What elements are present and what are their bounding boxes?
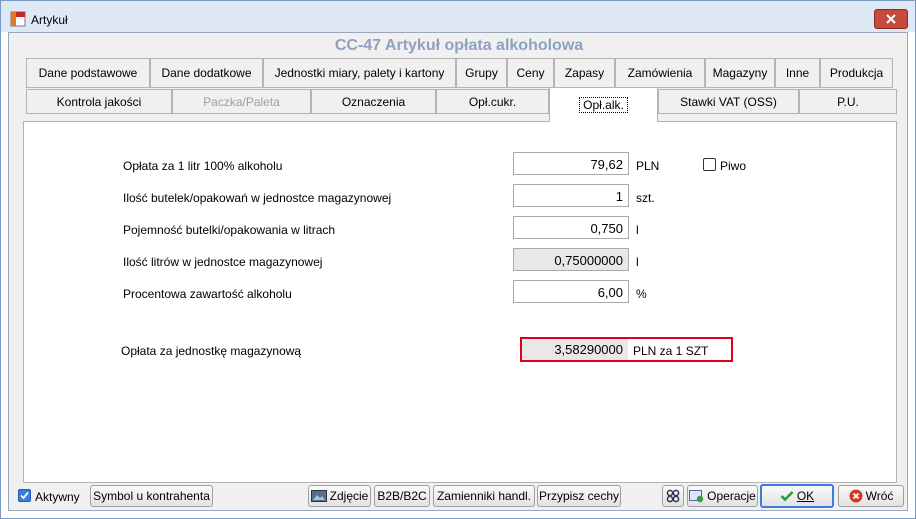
label-fee-per-unit: Opłata za jednostkę magazynową: [121, 344, 302, 358]
label-bottles-per-unit: Ilość butelek/opakowań w jednostce magaz…: [123, 191, 392, 205]
przypisz-cechy-button[interactable]: Przypisz cechy: [537, 485, 621, 507]
liters-per-unit-field: 0,75000000: [513, 248, 629, 271]
wroc-button[interactable]: Wróć: [838, 485, 904, 507]
unit-liters-per-unit: l: [636, 255, 639, 269]
tab-stawki-vat-oss[interactable]: Stawki VAT (OSS): [658, 89, 799, 114]
piwo-checkbox[interactable]: [703, 158, 716, 171]
bottles-per-unit-input[interactable]: 1: [513, 184, 629, 207]
cancel-icon: [849, 489, 863, 503]
tab-kontrola-jakosci[interactable]: Kontrola jakości: [26, 89, 172, 114]
ok-button[interactable]: OK: [760, 484, 834, 508]
zamienniki-handl-button[interactable]: Zamienniki handl.: [433, 485, 535, 507]
zdjecie-button[interactable]: Zdjęcie: [308, 485, 371, 507]
title-bar: Artykuł: [1, 1, 915, 32]
links-button[interactable]: [662, 485, 684, 507]
symbol-u-kontrahenta-button[interactable]: Symbol u kontrahenta: [90, 485, 213, 507]
page-title: CC-47 Artykuł opłata alkoholowa: [334, 37, 584, 54]
dialog-client-area: CC-47 Artykuł opłata alkoholowa Dane pod…: [8, 32, 908, 511]
aktywny-label: Aktywny: [35, 490, 80, 504]
fee-per-unit-field: 3,58290000: [522, 339, 628, 360]
unit-bottle-capacity: l: [636, 223, 639, 237]
unit-alcohol-percentage: %: [636, 287, 647, 301]
tab-dane-podstawowe[interactable]: Dane podstawowe: [26, 58, 150, 88]
checkmark-icon: [780, 491, 794, 502]
tab-dane-dodatkowe[interactable]: Dane dodatkowe: [150, 58, 263, 88]
tab-magazyny[interactable]: Magazyny: [705, 58, 775, 88]
unit-bottles-per-unit: szt.: [636, 191, 655, 205]
label-alcohol-percentage: Procentowa zawartość alkoholu: [123, 287, 292, 301]
tab-opl-cukr[interactable]: Opł.cukr.: [436, 89, 549, 114]
unit-fee-per-liter: PLN: [636, 159, 660, 173]
tab-jednostki-miary[interactable]: Jednostki miary, palety i kartony: [263, 58, 456, 88]
chain-icon: [666, 489, 680, 503]
tab-pu[interactable]: P.U.: [799, 89, 897, 114]
photo-icon: [310, 490, 327, 502]
app-icon: [10, 11, 26, 27]
operacje-button[interactable]: Operacje: [687, 485, 758, 507]
label-bottle-capacity: Pojemność butelki/opakowania w litrach: [123, 223, 336, 237]
check-icon: [20, 491, 29, 500]
label-liters-per-unit: Ilość litrów w jednostce magazynowej: [123, 255, 323, 269]
tab-opl-alk[interactable]: Opł.alk.: [549, 87, 658, 122]
tab-paczka-paleta[interactable]: Paczka/Paleta: [172, 89, 311, 114]
aktywny-checkbox[interactable]: [18, 489, 31, 502]
tab-zapasy[interactable]: Zapasy: [554, 58, 615, 88]
alcohol-fee-panel: Opłata za 1 litr 100% alkoholu 79,62 PLN…: [23, 121, 897, 483]
article-window: Artykuł CC-47 Artykuł opłata alkoholowa …: [0, 0, 916, 519]
operations-icon: [689, 489, 704, 502]
unit-fee-per-unit: PLN za 1 SZT: [633, 344, 709, 358]
b2b-b2c-button[interactable]: B2B/B2C: [374, 485, 430, 507]
label-fee-per-liter: Opłata za 1 litr 100% alkoholu: [123, 159, 283, 173]
tab-zamowienia[interactable]: Zamówienia: [615, 58, 705, 88]
tab-oznaczenia[interactable]: Oznaczenia: [311, 89, 436, 114]
piwo-label: Piwo: [720, 159, 747, 173]
alcohol-percentage-input[interactable]: 6,00: [513, 280, 629, 303]
bottle-capacity-input[interactable]: 0,750: [513, 216, 629, 239]
tab-ceny[interactable]: Ceny: [507, 58, 554, 88]
tab-inne[interactable]: Inne: [775, 58, 820, 88]
close-icon: [886, 14, 896, 24]
window-title: Artykuł: [31, 13, 68, 27]
tab-produkcja[interactable]: Produkcja: [820, 58, 893, 88]
fee-per-liter-input[interactable]: 79,62: [513, 152, 629, 175]
tab-grupy[interactable]: Grupy: [456, 58, 507, 88]
close-button[interactable]: [874, 9, 908, 29]
